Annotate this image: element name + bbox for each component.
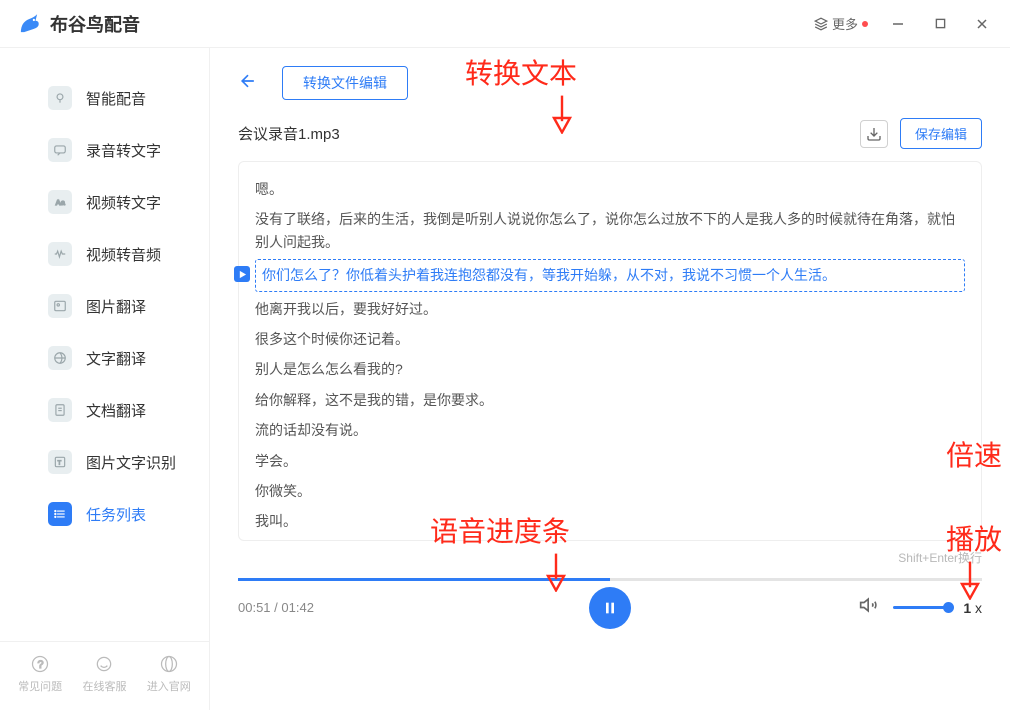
app-title: 布谷鸟配音 xyxy=(50,11,140,37)
sidebar-item-label: 图片文字识别 xyxy=(86,452,176,473)
sidebar-item-4[interactable]: 图片翻译 xyxy=(0,280,209,332)
svg-text:?: ? xyxy=(38,659,44,671)
sidebar-item-0[interactable]: 智能配音 xyxy=(0,72,209,124)
transcript-line[interactable]: 学会。 xyxy=(255,446,965,476)
transcript-line[interactable]: 别人是怎么怎么看我的? xyxy=(255,354,965,384)
svg-text:T: T xyxy=(58,460,62,466)
transcript-line[interactable]: 你们怎么了？你低着头护着我连抱怨都没有，等我开始躲，从不对，我说不习惯一个人生活… xyxy=(255,259,965,291)
sidebar-bottom-1[interactable]: 在线客服 xyxy=(82,654,126,694)
sidebar-item-7[interactable]: T 图片文字识别 xyxy=(0,436,209,488)
edit-mode-label: 转换文件编辑 xyxy=(282,66,408,100)
download-button[interactable] xyxy=(860,120,888,148)
sidebar-bottom-2[interactable]: 进入官网 xyxy=(147,654,191,694)
app-logo-icon xyxy=(16,11,42,37)
arrow-left-icon xyxy=(238,71,258,91)
back-button[interactable] xyxy=(238,71,258,96)
ocr-icon: T xyxy=(48,450,72,474)
transcript-line[interactable]: 他离开我以后，要我好好过。 xyxy=(255,294,965,324)
transcript-line[interactable]: 很多这个时候你还记着。 xyxy=(255,324,965,354)
line-play-icon[interactable] xyxy=(234,266,250,282)
transcript-line[interactable]: 流的话却没有说。 xyxy=(255,415,965,445)
sidebar-item-label: 录音转文字 xyxy=(86,140,161,161)
sidebar-item-label: 文档翻译 xyxy=(86,400,146,421)
sidebar-item-5[interactable]: 文字翻译 xyxy=(0,332,209,384)
volume-slider[interactable] xyxy=(893,606,949,609)
doc-icon xyxy=(48,398,72,422)
play-pause-button[interactable] xyxy=(589,587,631,629)
download-icon xyxy=(866,126,882,142)
maximize-button[interactable] xyxy=(928,12,952,36)
notification-dot-icon xyxy=(862,21,868,27)
close-button[interactable] xyxy=(970,12,994,36)
aa-icon: Aa xyxy=(48,190,72,214)
waves-icon xyxy=(48,242,72,266)
transcript-line[interactable]: 嗯。 xyxy=(255,174,965,204)
time-display: 00:51 / 01:42 xyxy=(238,600,314,615)
sidebar-bottom-0[interactable]: ?常见问题 xyxy=(18,654,62,694)
sidebar-item-2[interactable]: Aa 视频转文字 xyxy=(0,176,209,228)
sidebar-item-label: 视频转音频 xyxy=(86,244,161,265)
mic-icon xyxy=(48,86,72,110)
layers-icon xyxy=(814,17,828,31)
globe-icon xyxy=(48,346,72,370)
help-icon: ? xyxy=(30,654,50,674)
chat-icon xyxy=(48,138,72,162)
sidebar-item-label: 图片翻译 xyxy=(86,296,146,317)
volume-button[interactable] xyxy=(859,595,879,620)
support-icon xyxy=(94,654,114,674)
transcript-line[interactable]: 你微笑。 xyxy=(255,476,965,506)
list-icon xyxy=(48,502,72,526)
sidebar-item-8[interactable]: 任务列表 xyxy=(0,488,209,540)
save-edit-button[interactable]: 保存编辑 xyxy=(900,118,982,149)
sidebar-item-label: 视频转文字 xyxy=(86,192,161,213)
minimize-button[interactable] xyxy=(886,12,910,36)
transcript-line[interactable]: 没有了联络，后来的生活，我倒是听别人说说你怎么了，说你怎么过放不下的人是我人多的… xyxy=(255,204,965,257)
image-icon xyxy=(48,294,72,318)
web-icon xyxy=(159,654,179,674)
transcript-panel[interactable]: 嗯。没有了联络，后来的生活，我倒是听别人说说你怎么了，说你怎么过放不下的人是我人… xyxy=(238,161,982,541)
svg-text:Aa: Aa xyxy=(55,198,65,207)
keyboard-hint: Shift+Enter换行 xyxy=(210,541,1010,566)
file-name: 会议录音1.mp3 xyxy=(238,123,848,144)
sidebar-item-label: 文字翻译 xyxy=(86,348,146,369)
volume-icon xyxy=(859,595,879,615)
playback-speed-button[interactable]: 1 x xyxy=(963,600,982,616)
sidebar-item-label: 智能配音 xyxy=(86,88,146,109)
sidebar-item-label: 任务列表 xyxy=(86,504,146,525)
pause-icon xyxy=(602,600,618,616)
transcript-line[interactable]: 我叫。 xyxy=(255,506,965,536)
sidebar-item-1[interactable]: 录音转文字 xyxy=(0,124,209,176)
sidebar-item-3[interactable]: 视频转音频 xyxy=(0,228,209,280)
sidebar-item-6[interactable]: 文档翻译 xyxy=(0,384,209,436)
more-button[interactable]: 更多 xyxy=(814,14,868,33)
transcript-line[interactable]: 给你解释，这不是我的错，是你要求。 xyxy=(255,385,965,415)
